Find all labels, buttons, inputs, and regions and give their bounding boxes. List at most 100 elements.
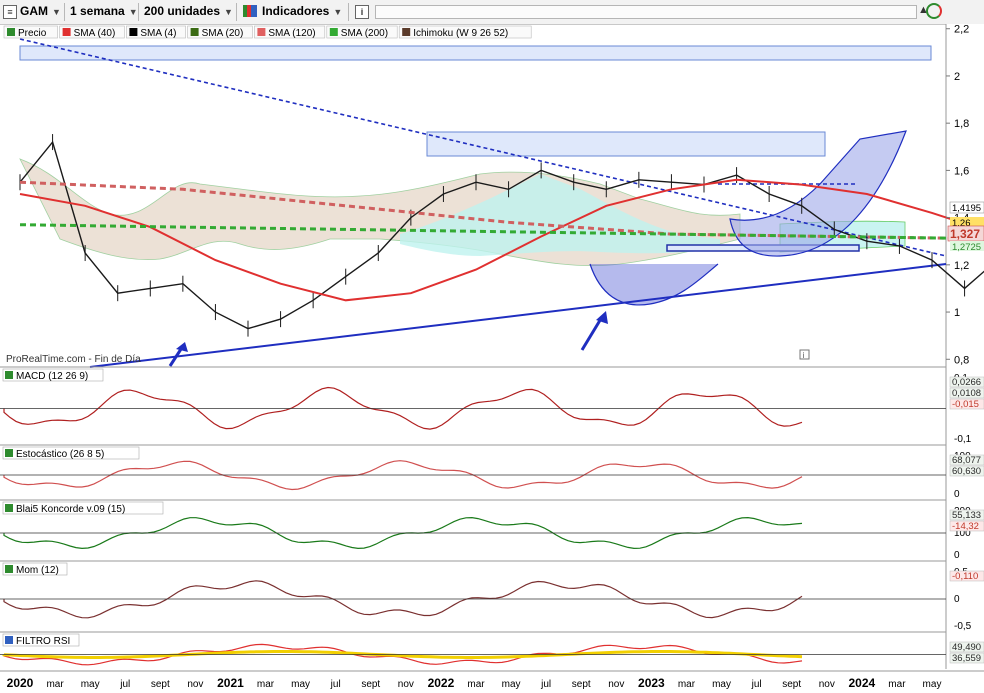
indicators-selector[interactable]: Indicadores ▼ (262, 2, 342, 21)
indicator-panels: MACD (12 26 9)0,1-0,10,02660,0108-0,015 E… (0, 366, 984, 666)
arrow-icon (580, 311, 608, 351)
panel-swatch (5, 449, 13, 457)
x-axis-label: jul (119, 679, 130, 690)
x-axis-label: mar (46, 679, 64, 690)
x-axis-label: nov (398, 679, 414, 690)
x-axis-label: mar (467, 679, 485, 690)
panel-tick-label: -0,5 (954, 621, 972, 632)
uptrend-line[interactable] (89, 263, 947, 368)
price-tick-label: 1,8 (954, 118, 969, 130)
x-axis-label: may (291, 679, 310, 690)
chevron-down-icon: ▼ (52, 7, 61, 17)
resistance-zone-top[interactable] (19, 45, 932, 61)
info-icon[interactable]: i (355, 5, 369, 19)
price-current-label: 1,327 (950, 227, 980, 241)
legend-label: Precio (18, 28, 47, 39)
info-icon[interactable] (799, 349, 810, 360)
panel-value-label: 0,0108 (952, 388, 981, 399)
x-axis-label: 2022 (428, 676, 455, 690)
indicator-panel[interactable]: Blai5 Koncorde v.09 (15)200100055,133-14… (0, 499, 984, 561)
x-axis-label: nov (187, 679, 203, 690)
watermark: ProRealTime.com - Fin de Día (6, 354, 141, 365)
panel-value-label: 36,559 (952, 653, 981, 664)
x-axis-label: 2023 (638, 676, 665, 690)
panel-title: Estocástico (26 8 5) (16, 449, 104, 460)
x-axis-label: jul (540, 679, 551, 690)
panel-swatch (5, 565, 13, 573)
indicators-icon (243, 5, 257, 17)
x-axis-label: sept (782, 679, 801, 690)
legend-swatch (190, 28, 199, 36)
panel-value-label: 49,490 (952, 642, 981, 653)
indicator-panel[interactable]: FILTRO RSI 49,49036,559 (0, 631, 984, 666)
x-axis-label: nov (819, 679, 835, 690)
panel-value-label: -0,015 (952, 399, 979, 410)
symbol-selector[interactable]: GAM ▼ (20, 2, 61, 21)
chevron-down-icon: ▼ (224, 7, 233, 17)
x-axis-label: jul (330, 679, 341, 690)
panel-tick-label: 0 (954, 550, 960, 561)
menu-icon[interactable]: ≡ (3, 5, 17, 19)
chevron-down-icon: ▼ (333, 7, 343, 17)
units-selector[interactable]: 200 unidades ▼ (144, 2, 233, 21)
panel-value-label: 55,133 (952, 510, 981, 521)
panel-title: Blai5 Koncorde v.09 (15) (16, 504, 125, 515)
chart-stage: Precio SMA (40) SMA (4) SMA (20) SMA (120) SM… (0, 24, 984, 693)
legend-label: SMA (20) (202, 28, 244, 39)
legend-swatch (402, 28, 411, 36)
legend-swatch (62, 28, 71, 36)
price-tick-label: 0,8 (954, 354, 969, 366)
x-axis-label: 2020 (7, 676, 34, 690)
x-axis-label: may (923, 679, 942, 690)
scroll-track[interactable] (375, 5, 917, 19)
x-axis-label: sept (361, 679, 380, 690)
panel-title: MACD (12 26 9) (16, 371, 88, 382)
price-tick-label: 1 (954, 307, 960, 319)
panel-value-label: -14,32 (952, 521, 979, 532)
x-axis-label: sept (151, 679, 170, 690)
x-axis-label: 2021 (217, 676, 244, 690)
panel-title: FILTRO RSI (16, 636, 70, 647)
timeframe-selector[interactable]: 1 semana ▼ (70, 2, 138, 21)
panel-swatch (5, 504, 13, 512)
timeframe-label: 1 semana (70, 4, 125, 18)
price-high-label: 1,4195 (952, 203, 981, 214)
resistance-zone-mid[interactable] (426, 131, 826, 157)
x-axis-label: may (81, 679, 100, 690)
indicator-panel[interactable]: Mom (12)0,50-0,5-0,110 (0, 560, 984, 632)
toolbar: ≡ GAM ▼ 1 semana ▼ 200 unidades ▼ Indicador… (0, 0, 984, 25)
panel-value-label: -0,110 (952, 571, 978, 582)
panel-value-label: 0,0266 (952, 377, 981, 388)
symbol-label: GAM (20, 4, 48, 18)
price-tick-label: 2,2 (954, 24, 969, 36)
x-axis: 2020 mar may jul sept nov 2021 mar may jul sept nov… (0, 670, 984, 690)
indicator-panel[interactable]: MACD (12 26 9)0,1-0,10,02660,0108-0,015 (0, 366, 984, 445)
price-low-label: 1,2725 (952, 242, 981, 253)
x-axis-label: may (712, 679, 731, 690)
panel-title: Mom (12) (16, 565, 59, 576)
legend-label: SMA (120) (268, 28, 315, 39)
legend-swatch (257, 28, 266, 36)
x-axis-label: may (502, 679, 521, 690)
info-icon-glyph: i (803, 351, 805, 360)
arrow-icon (168, 342, 188, 367)
legend-swatch (7, 28, 15, 36)
x-axis-label: mar (257, 679, 275, 690)
units-label: 200 unidades (144, 4, 221, 18)
panel-tick-label: 0 (954, 489, 960, 500)
legend-swatch (129, 28, 138, 36)
panel-value-label: 68,077 (952, 455, 981, 466)
legend-label: SMA (200) (341, 28, 388, 39)
price-tick-label: 2 (954, 71, 960, 83)
indicators-label: Indicadores (262, 4, 330, 18)
panel-swatch (5, 371, 13, 379)
x-axis-label: nov (608, 679, 624, 690)
indicator-panel[interactable]: Estocástico (26 8 5)100068,07760,630 (0, 444, 984, 500)
x-axis-label: sept (572, 679, 591, 690)
refresh-icon[interactable] (926, 3, 942, 19)
panel-swatch (5, 636, 13, 644)
legend-swatch (329, 28, 338, 36)
x-axis-label: 2024 (848, 676, 875, 690)
price-panel[interactable]: Precio SMA (40) SMA (4) SMA (20) SMA (120) SM… (3, 24, 984, 368)
chevron-down-icon: ▼ (128, 7, 138, 17)
